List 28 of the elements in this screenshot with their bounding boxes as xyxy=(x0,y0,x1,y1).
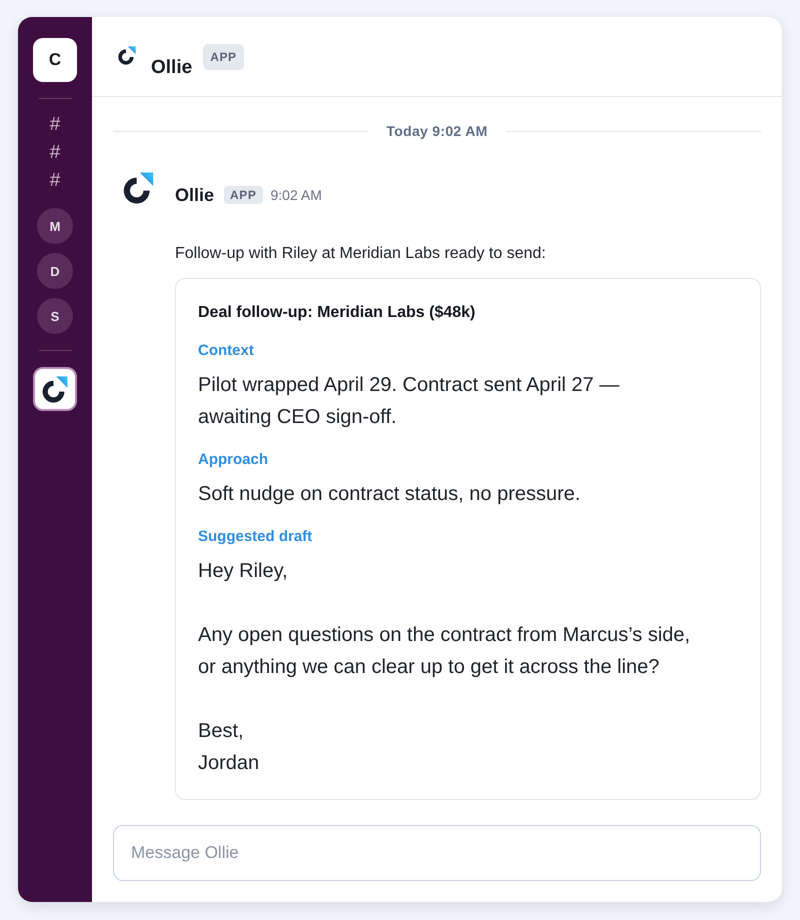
section-heading: Approach xyxy=(198,450,270,470)
logo-icon xyxy=(42,376,68,402)
channel-button[interactable]: # xyxy=(37,139,73,167)
section-text: Best, Jordan xyxy=(198,719,260,776)
logo-icon xyxy=(122,172,155,204)
author-name: Ollie xyxy=(175,184,214,206)
logo-icon xyxy=(118,46,136,65)
app-button[interactable] xyxy=(33,367,77,411)
channel-button[interactable]: # xyxy=(37,167,73,195)
message-time: 9:02 AM xyxy=(270,187,322,203)
section-heading: Context xyxy=(198,341,255,361)
dm-avatar-button[interactable]: S xyxy=(37,298,73,334)
app-badge: APP xyxy=(203,44,244,70)
dm-avatar-button[interactable]: D xyxy=(37,253,73,289)
app-badge: APP xyxy=(224,186,262,204)
section-text: Hey Riley, xyxy=(198,559,289,584)
message-input[interactable]: Message Ollie xyxy=(113,825,761,881)
section-text: Soft nudge on contract status, no pressure. xyxy=(198,482,582,507)
dm-avatar-button[interactable]: M xyxy=(37,208,73,244)
section-text: Any open questions on the contract from Marcus’s side, or anything we can clear up to get it across the line? xyxy=(198,623,692,680)
channel-button[interactable]: # xyxy=(37,111,73,139)
message-text: Follow-up with Riley at Meridian Labs ready to send: xyxy=(175,244,547,264)
workspace-button[interactable]: C xyxy=(33,38,77,82)
section-heading: Suggested draft xyxy=(198,527,314,547)
card-title: Deal follow-up: Meridian Labs ($48k) xyxy=(198,303,476,323)
date-divider-label: Today 9:02 AM xyxy=(386,123,488,139)
conversation-title: Ollie xyxy=(151,57,192,79)
section-text: Pilot wrapped April 29. Contract sent April 27 — awaiting CEO sign-off. xyxy=(198,373,620,430)
